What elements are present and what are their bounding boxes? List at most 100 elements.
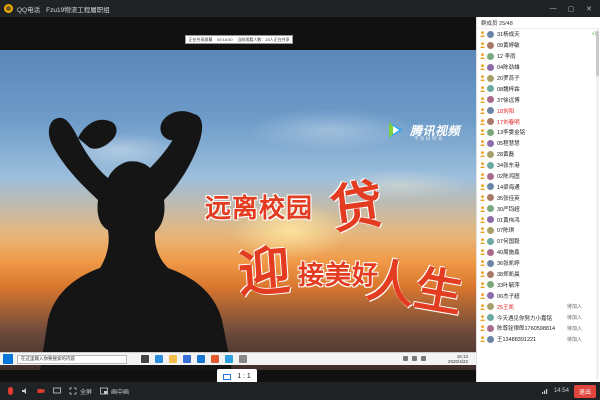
call-toolbar: 全屏 画中画 <box>0 382 476 400</box>
member-item[interactable]: 35张佳英 <box>477 192 600 203</box>
member-state: 待加入 <box>566 336 582 343</box>
ime-icon[interactable] <box>421 356 426 361</box>
avatar <box>487 41 494 49</box>
member-item[interactable]: 今天遇见你努力小嘉铭 待加入 <box>477 312 600 323</box>
member-item[interactable]: 40周施鑫 <box>477 247 600 258</box>
member-item[interactable]: 06杰子超 <box>477 290 600 301</box>
member-item[interactable]: 王13488391221 待加入 <box>477 334 600 345</box>
camera-off-icon <box>37 389 45 393</box>
avatar <box>487 85 494 93</box>
member-item[interactable]: 31杨成天 ◖) <box>477 29 600 40</box>
person-icon <box>480 336 485 343</box>
member-item[interactable]: 17刘春明 <box>477 116 600 127</box>
member-name: 今天遇见你努力小嘉铭 <box>497 315 553 322</box>
member-name: 25王凯 <box>497 304 515 311</box>
member-item[interactable]: 18刘阳 <box>477 105 600 116</box>
member-item[interactable]: 25王凯 待加入 <box>477 301 600 312</box>
office-icon[interactable] <box>211 355 219 363</box>
member-item[interactable]: 28黄磊 <box>477 149 600 160</box>
share-status-text: 正在共享屏幕 <box>188 36 213 42</box>
member-item[interactable]: 07陈琪 <box>477 225 600 236</box>
network-icon[interactable] <box>403 356 408 361</box>
member-item[interactable]: 13李雯金铭 <box>477 127 600 138</box>
member-name: 王13488391221 <box>497 337 537 344</box>
avatar <box>487 172 494 180</box>
member-item[interactable]: 20罗蕊子 <box>477 73 600 84</box>
shared-video-frame[interactable]: 腾讯视频 不负好时光 远离校园 贷 迎 接美好 人生 <box>0 50 476 370</box>
share-viewers: 当前观看人数：25人正在共享 <box>237 36 290 42</box>
camera-button[interactable] <box>37 387 45 395</box>
member-item[interactable]: 05程慧慧 <box>477 138 600 149</box>
system-tray <box>403 356 426 361</box>
member-item[interactable]: 07何国毅 <box>477 236 600 247</box>
microphone-button[interactable] <box>8 387 13 395</box>
app-icon[interactable] <box>239 355 247 363</box>
avatar <box>487 161 494 169</box>
member-name: 04陈劲雄 <box>497 65 520 72</box>
person-icon <box>480 162 485 169</box>
member-item[interactable]: 陈尊铨律郎1760598814 待加入 <box>477 323 600 334</box>
maximize-button[interactable]: ▢ <box>566 5 576 13</box>
member-item[interactable]: 37徐远博 <box>477 94 600 105</box>
avatar <box>487 292 494 300</box>
member-item[interactable]: 34张东港 <box>477 160 600 171</box>
member-count-header: 群成员 25/48 <box>477 17 600 29</box>
qq-logo-icon <box>4 4 13 13</box>
member-name: 40周施鑫 <box>497 250 520 257</box>
member-item[interactable]: 14梁海通 <box>477 181 600 192</box>
speaker-button[interactable] <box>21 387 29 395</box>
member-scrollbar[interactable] <box>596 29 599 379</box>
member-item[interactable]: 33叶毓萍 <box>477 279 600 290</box>
member-state: 待加入 <box>566 315 582 322</box>
member-item[interactable]: 02陈鸿图 <box>477 171 600 182</box>
person-icon <box>480 227 485 234</box>
fullscreen-button[interactable]: 全屏 <box>69 387 92 396</box>
store-icon[interactable] <box>197 355 205 363</box>
person-icon <box>480 205 485 212</box>
qq-app-icon[interactable] <box>225 355 233 363</box>
edge-browser-icon[interactable] <box>155 355 163 363</box>
member-item[interactable]: 01黄伟鸿 <box>477 214 600 225</box>
person-icon <box>480 282 485 288</box>
slogan-line-1: 远离校园 <box>205 194 314 224</box>
fullscreen-label: 全屏 <box>80 389 93 396</box>
task-view-icon[interactable] <box>141 355 149 363</box>
person-icon <box>480 249 485 256</box>
member-name: 35张佳英 <box>497 195 520 202</box>
close-button[interactable]: ✕ <box>584 5 594 13</box>
mail-icon[interactable] <box>183 355 191 363</box>
call-time: 14:54 <box>553 388 569 394</box>
avatar <box>487 314 494 322</box>
microphone-icon <box>8 387 13 395</box>
windows-start-icon[interactable] <box>3 354 13 364</box>
avatar <box>487 324 494 332</box>
avatar <box>487 183 494 191</box>
share-screen-button[interactable] <box>53 387 61 395</box>
member-item[interactable]: 08魏梓霖 <box>477 83 600 94</box>
avatar <box>487 270 494 278</box>
member-item[interactable]: 12 李雨 <box>477 51 600 62</box>
member-name: 01黄伟鸿 <box>497 217 520 224</box>
share-timer: 00:16:00 <box>216 37 233 42</box>
member-state: 待加入 <box>566 304 582 311</box>
taskbar-search-input[interactable]: 在这里输入你要搜索的内容 <box>17 354 127 364</box>
avatar <box>487 226 494 234</box>
volume-icon[interactable] <box>412 356 417 361</box>
member-item[interactable]: 30严钧超 <box>477 203 600 214</box>
pip-button[interactable]: 画中画 <box>100 387 129 396</box>
qq-call-window: QQ电话 Fzu19物流工程履职组 — ▢ ✕ 正在共享屏幕 00:16:00 … <box>0 0 600 400</box>
file-explorer-icon[interactable] <box>169 355 177 363</box>
signal-icon <box>541 389 548 394</box>
member-item[interactable]: 38郑凯晨 <box>477 269 600 280</box>
member-item[interactable]: 36张凯婷 <box>477 258 600 269</box>
person-icon <box>480 303 485 310</box>
member-name: 36张凯婷 <box>497 261 520 268</box>
taskbar-clock[interactable]: 16:13 2020/4/22 <box>448 354 468 364</box>
person-icon <box>480 107 485 114</box>
exit-button[interactable]: 退出 <box>573 384 596 398</box>
person-icon <box>480 238 485 245</box>
member-item[interactable]: 04陈劲雄 <box>477 62 600 73</box>
minimize-button[interactable]: — <box>548 5 558 12</box>
member-item[interactable]: 09黄婷敏 <box>477 40 600 51</box>
person-icon <box>480 260 485 267</box>
